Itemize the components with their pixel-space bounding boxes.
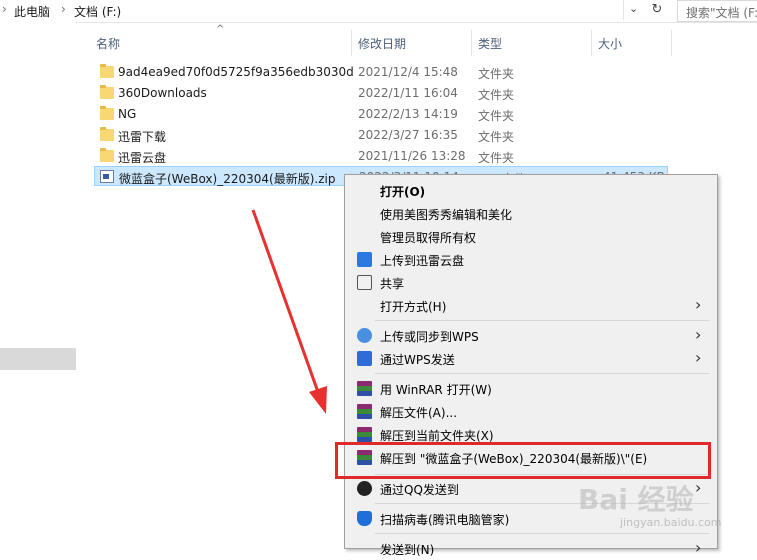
watermark-url: jingyan.baidu.com (620, 516, 722, 529)
arrow-head (309, 386, 327, 414)
watermark-logo: Bai 经验 (578, 483, 694, 516)
annotation-arrow (251, 209, 327, 414)
arrow-shaft (251, 209, 320, 393)
